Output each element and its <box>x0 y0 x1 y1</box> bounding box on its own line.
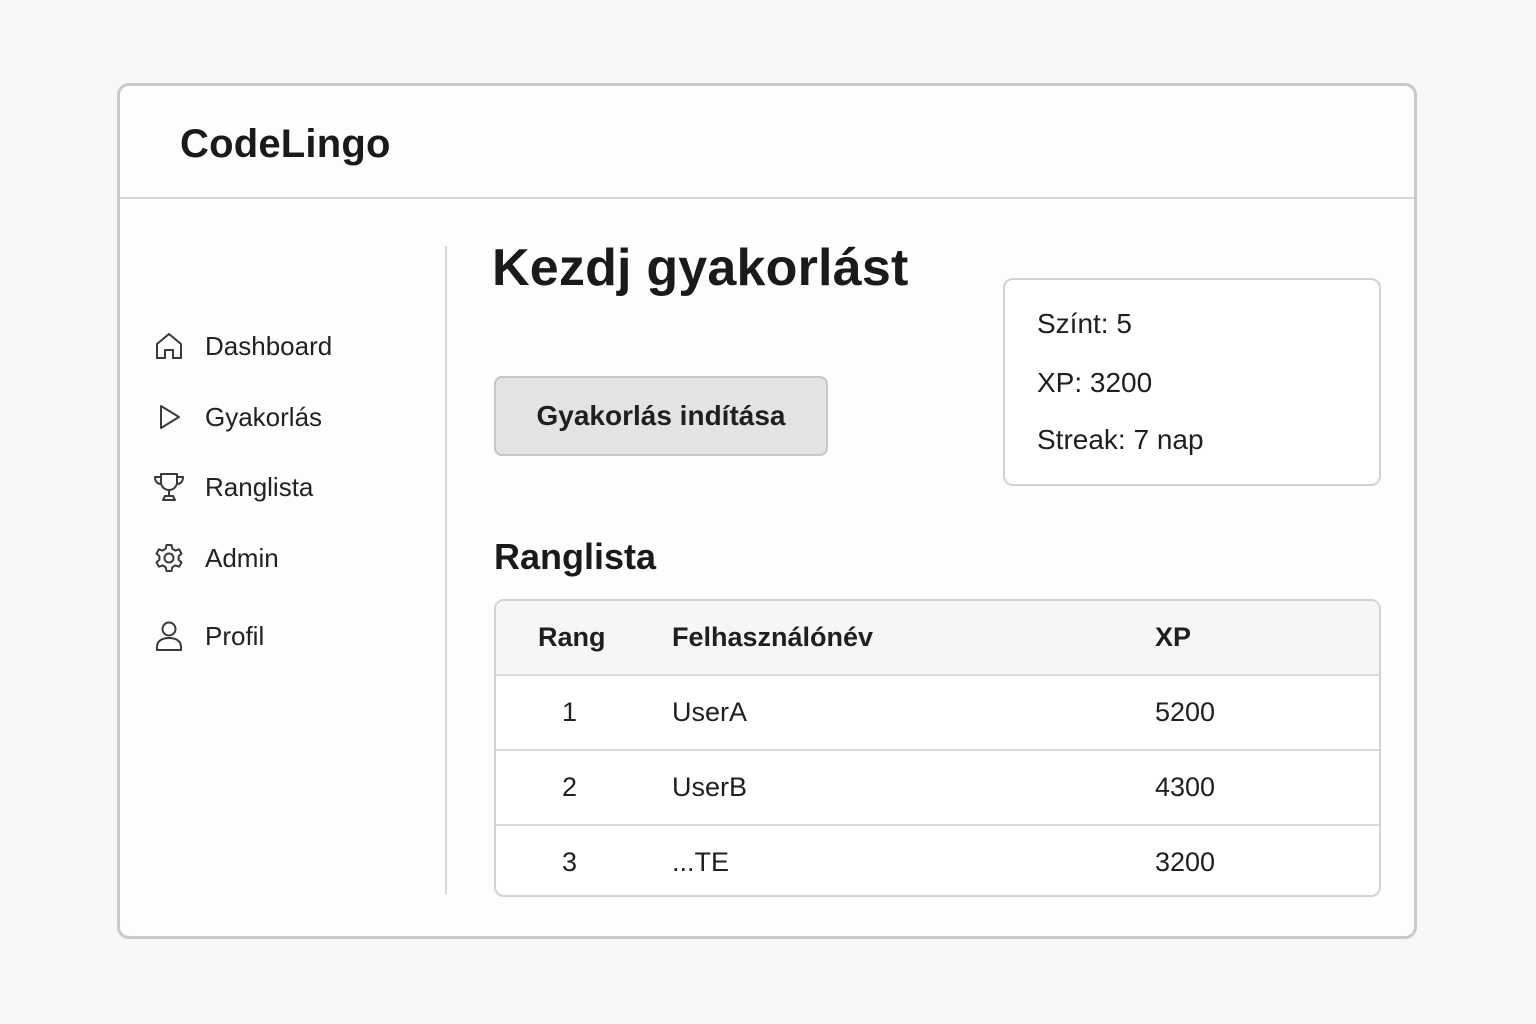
sidebar-item-admin[interactable]: Admin <box>152 538 279 578</box>
sidebar-item-label: Admin <box>205 542 279 573</box>
xp-stat: XP: 3200 <box>1037 367 1153 398</box>
table-header: Rang Felhasználónév XP <box>496 601 1379 676</box>
stats-card: Színt: 5 XP: 3200 Streak: 7 nap <box>1003 278 1381 486</box>
leaderboard-table: Rang Felhasználónév XP 1 UserA 5200 2 Us… <box>494 599 1381 897</box>
user-icon <box>152 619 186 653</box>
sidebar-item-gyakorlas[interactable]: Gyakorlás <box>152 397 322 437</box>
sidebar: Dashboard Gyakorlás Ranglista Admin Prof… <box>120 199 446 936</box>
streak-stat: Streak: 7 nap <box>1037 424 1204 455</box>
leaderboard-title: Ranglista <box>494 536 657 577</box>
sidebar-divider <box>445 246 447 894</box>
sidebar-item-ranglista[interactable]: Ranglista <box>152 467 313 507</box>
gear-icon <box>152 541 186 575</box>
xp-cell: 4300 <box>1155 772 1216 802</box>
trophy-icon <box>152 470 186 504</box>
xp-cell: 5200 <box>1155 697 1216 727</box>
sidebar-item-profil[interactable]: Profil <box>152 616 264 656</box>
home-icon <box>152 329 186 363</box>
table-row: 1 UserA 5200 <box>496 676 1379 751</box>
table-row: 2 UserB 4300 <box>496 751 1379 826</box>
sidebar-item-label: Ranglista <box>205 471 314 502</box>
page-title: Kezdj gyakorlást <box>492 239 909 297</box>
level-stat: Színt: 5 <box>1037 308 1132 339</box>
username-cell: UserA <box>672 697 748 727</box>
rank-cell: 1 <box>562 697 578 727</box>
column-header-xp: XP <box>1155 622 1192 652</box>
sidebar-item-label: Profil <box>205 620 265 651</box>
sidebar-item-label: Dashboard <box>205 330 333 361</box>
rank-cell: 3 <box>562 847 578 877</box>
play-icon <box>152 400 186 434</box>
username-cell: UserB <box>672 772 748 802</box>
column-header-username: Felhasználónév <box>672 622 874 652</box>
app-window: CodeLingo Dashboard Gyakorlás Ranglista … <box>117 83 1417 939</box>
app-header: CodeLingo <box>120 86 1414 199</box>
start-practice-button[interactable]: Gyakorlás indítása <box>494 376 828 456</box>
table-row: 3 ...TE 3200 <box>496 826 1379 895</box>
column-header-rank: Rang <box>538 622 606 652</box>
app-title: CodeLingo <box>180 122 391 166</box>
rank-cell: 2 <box>562 772 578 802</box>
xp-cell: 3200 <box>1155 847 1216 877</box>
username-cell: ...TE <box>672 847 730 877</box>
sidebar-item-label: Gyakorlás <box>205 401 323 432</box>
sidebar-item-dashboard[interactable]: Dashboard <box>152 326 332 366</box>
